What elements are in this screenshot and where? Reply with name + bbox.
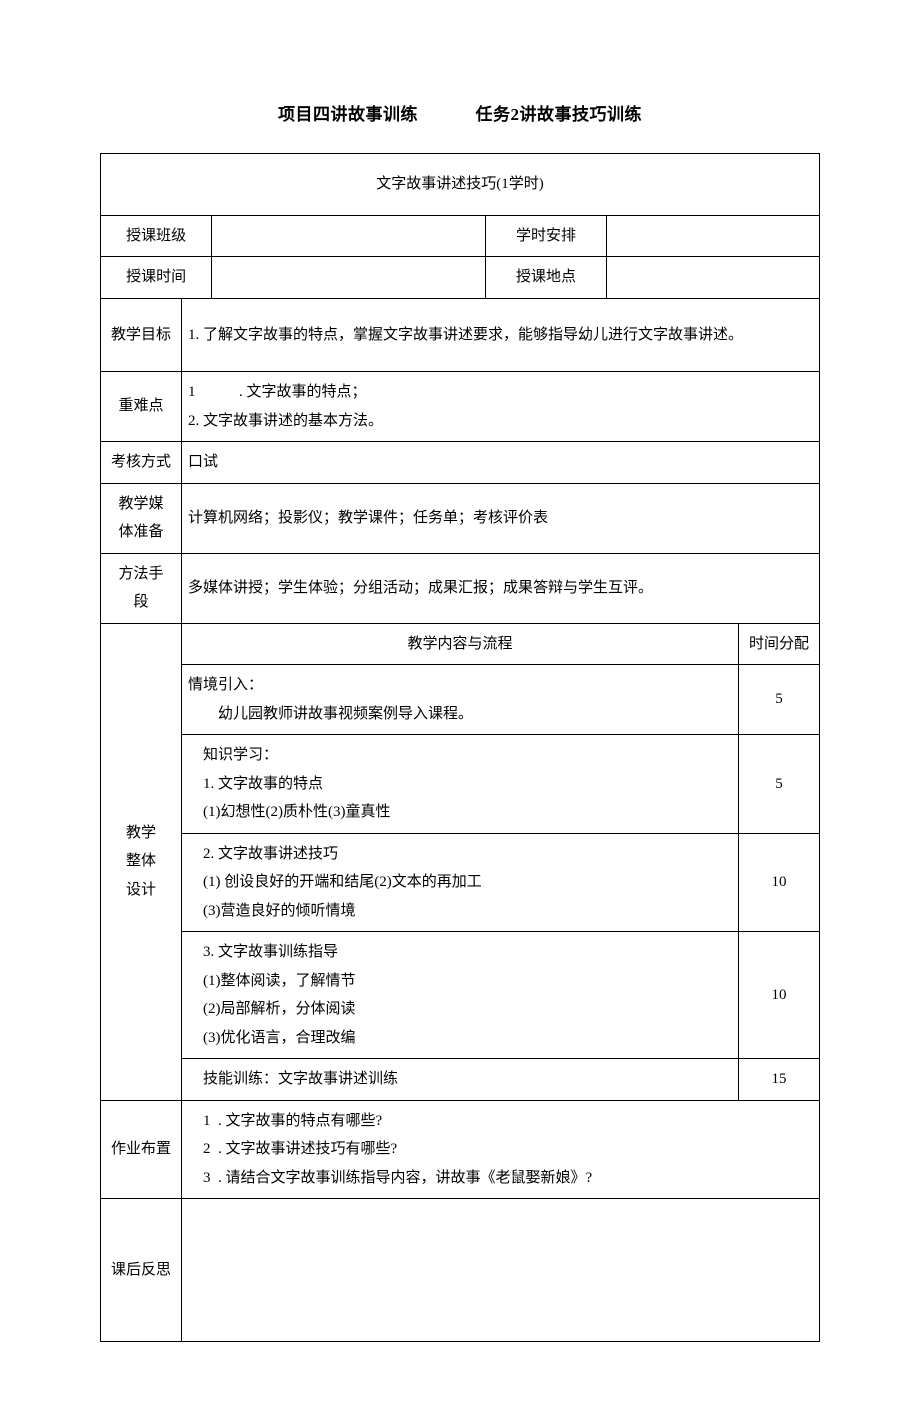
design-row-4: 技能训练：文字故事讲述训练 — [182, 1059, 739, 1101]
design-line: (1) 创设良好的开端和结尾(2)文本的再加工 — [188, 868, 732, 897]
keypoints-text: 1 . 文字故事的特点； 2. 文字故事讲述的基本方法。 — [182, 372, 820, 442]
objective-text: 1. 了解文字故事的特点，掌握文字故事讲述要求，能够指导幼儿进行文字故事讲述。 — [182, 298, 820, 372]
design-line: (3)优化语言，合理改编 — [188, 1024, 732, 1053]
table-row: 2. 文字故事讲述技巧 (1) 创设良好的开端和结尾(2)文本的再加工 (3)营… — [101, 833, 820, 932]
value-class — [212, 215, 485, 257]
table-row: 教学目标 1. 了解文字故事的特点，掌握文字故事讲述要求，能够指导幼儿进行文字故… — [101, 298, 820, 372]
table-row: 知识学习： 1. 文字故事的特点 (1)幻想性(2)质朴性(3)童真性 5 — [101, 735, 820, 834]
table-row: 技能训练：文字故事讲述训练 15 — [101, 1059, 820, 1101]
value-time — [212, 257, 485, 299]
design-line: (1)整体阅读，了解情节 — [188, 967, 732, 996]
kp-line2: 2. 文字故事讲述的基本方法。 — [188, 413, 383, 429]
design-row-0: 情境引入： 幼儿园教师讲故事视频案例导入课程。 — [182, 665, 739, 735]
kp-num: 1 — [188, 384, 196, 400]
label-place: 授课地点 — [485, 257, 607, 299]
media-label-2: 体准备 — [118, 524, 163, 540]
title-left: 项目四讲故事训练 — [278, 105, 418, 124]
homework-text: 1 . 文字故事的特点有哪些? 2 . 文字故事讲述技巧有哪些? 3 . 请结合… — [182, 1100, 820, 1199]
table-row: 方法手 段 多媒体讲授；学生体验；分组活动；成果汇报；成果答辩与学生互评。 — [101, 553, 820, 623]
design-header-time: 时间分配 — [738, 623, 819, 665]
page-title: 项目四讲故事训练 任务2讲故事技巧训练 — [100, 100, 820, 125]
kp-line1: . 文字故事的特点； — [239, 384, 367, 400]
design-row-3: 3. 文字故事训练指导 (1)整体阅读，了解情节 (2)局部解析，分体阅读 (3… — [182, 932, 739, 1059]
value-place — [607, 257, 820, 299]
lesson-plan-table: 文字故事讲述技巧(1学时) 授课班级 学时安排 授课时间 授课地点 教学目标 1… — [100, 153, 820, 1342]
table-row: 授课班级 学时安排 — [101, 215, 820, 257]
design-row-2: 2. 文字故事讲述技巧 (1) 创设良好的开端和结尾(2)文本的再加工 (3)营… — [182, 833, 739, 932]
design-header-content: 教学内容与流程 — [182, 623, 739, 665]
table-row: 作业布置 1 . 文字故事的特点有哪些? 2 . 文字故事讲述技巧有哪些? 3 … — [101, 1100, 820, 1199]
design-label-3: 设计 — [126, 882, 156, 898]
label-reflect: 课后反思 — [101, 1199, 182, 1342]
media-label-1: 教学媒 — [118, 496, 163, 512]
exam-text: 口试 — [182, 442, 820, 484]
title-right: 任务2讲故事技巧训练 — [476, 105, 643, 124]
reflect-text — [182, 1199, 820, 1342]
table-row: 考核方式 口试 — [101, 442, 820, 484]
media-text: 计算机网络；投影仪；教学课件；任务单；考核评价表 — [182, 483, 820, 553]
value-hours — [607, 215, 820, 257]
design-line: 3. 文字故事训练指导 — [188, 938, 732, 967]
label-class: 授课班级 — [101, 215, 212, 257]
table-row: 重难点 1 . 文字故事的特点； 2. 文字故事讲述的基本方法。 — [101, 372, 820, 442]
hw-line: 2 . 文字故事讲述技巧有哪些? — [188, 1135, 813, 1164]
method-label-1: 方法手 — [118, 566, 163, 582]
label-media: 教学媒 体准备 — [101, 483, 182, 553]
label-method: 方法手 段 — [101, 553, 182, 623]
design-line: 幼儿园教师讲故事视频案例导入课程。 — [188, 700, 732, 729]
design-time-2: 10 — [738, 833, 819, 932]
table-row: 教学 整体 设计 教学内容与流程 时间分配 — [101, 623, 820, 665]
design-line: 1. 文字故事的特点 — [188, 770, 732, 799]
hw-line: 1 . 文字故事的特点有哪些? — [188, 1107, 813, 1136]
label-time: 授课时间 — [101, 257, 212, 299]
label-hours: 学时安排 — [485, 215, 607, 257]
label-keypoints: 重难点 — [101, 372, 182, 442]
label-objective: 教学目标 — [101, 298, 182, 372]
table-row: 授课时间 授课地点 — [101, 257, 820, 299]
design-label-2: 整体 — [126, 853, 156, 869]
design-line: (2)局部解析，分体阅读 — [188, 995, 732, 1024]
table-row: 课后反思 — [101, 1199, 820, 1342]
design-label-1: 教学 — [126, 825, 156, 841]
design-time-1: 5 — [738, 735, 819, 834]
table-row: 教学媒 体准备 计算机网络；投影仪；教学课件；任务单；考核评价表 — [101, 483, 820, 553]
design-time-0: 5 — [738, 665, 819, 735]
table-row: 3. 文字故事训练指导 (1)整体阅读，了解情节 (2)局部解析，分体阅读 (3… — [101, 932, 820, 1059]
design-line: 知识学习： — [188, 741, 732, 770]
design-line: 情境引入： — [188, 677, 263, 693]
table-row: 文字故事讲述技巧(1学时) — [101, 154, 820, 216]
design-row-1: 知识学习： 1. 文字故事的特点 (1)幻想性(2)质朴性(3)童真性 — [182, 735, 739, 834]
method-text: 多媒体讲授；学生体验；分组活动；成果汇报；成果答辩与学生互评。 — [182, 553, 820, 623]
hw-line: 3 . 请结合文字故事训练指导内容，讲故事《老鼠娶新娘》? — [188, 1164, 813, 1193]
design-time-3: 10 — [738, 932, 819, 1059]
lesson-title-cell: 文字故事讲述技巧(1学时) — [101, 154, 820, 216]
design-line: 技能训练：文字故事讲述训练 — [188, 1065, 732, 1094]
label-homework: 作业布置 — [101, 1100, 182, 1199]
design-line: 2. 文字故事讲述技巧 — [188, 840, 732, 869]
table-row: 情境引入： 幼儿园教师讲故事视频案例导入课程。 5 — [101, 665, 820, 735]
method-label-2: 段 — [133, 594, 148, 610]
design-line: (3)营造良好的倾听情境 — [188, 897, 732, 926]
label-exam: 考核方式 — [101, 442, 182, 484]
design-line: (1)幻想性(2)质朴性(3)童真性 — [188, 798, 732, 827]
design-time-4: 15 — [738, 1059, 819, 1101]
label-design: 教学 整体 设计 — [101, 623, 182, 1100]
